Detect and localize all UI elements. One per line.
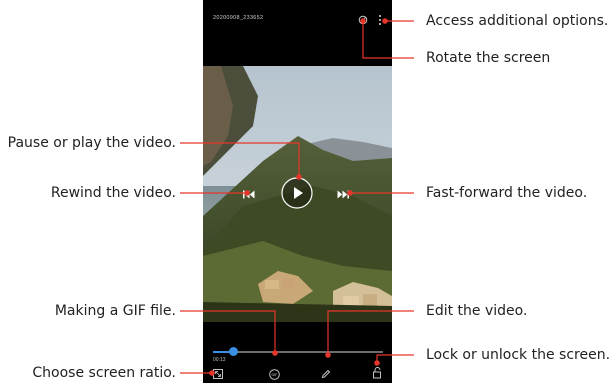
- callout-rotate: Rotate the screen: [426, 50, 551, 66]
- callout-play-pause: Pause or play the video.: [7, 135, 176, 151]
- callout-fast-forward: Fast-forward the video.: [426, 185, 588, 201]
- callout-screen-ratio: Choose screen ratio.: [32, 365, 176, 381]
- callout-line-edit: [327, 310, 414, 355]
- callout-rewind: Rewind the video.: [50, 185, 176, 201]
- callout-lock: Lock or unlock the screen.: [426, 347, 611, 363]
- callout-more-options: Access additional options.: [426, 13, 609, 29]
- callout-line-gif: [180, 310, 276, 353]
- callout-line-play: [180, 142, 300, 177]
- callout-line-lock: [376, 354, 414, 363]
- callout-gif: Making a GIF file.: [54, 303, 176, 319]
- callout-line-rotate: [362, 21, 414, 59]
- callout-edit: Edit the video.: [426, 303, 528, 319]
